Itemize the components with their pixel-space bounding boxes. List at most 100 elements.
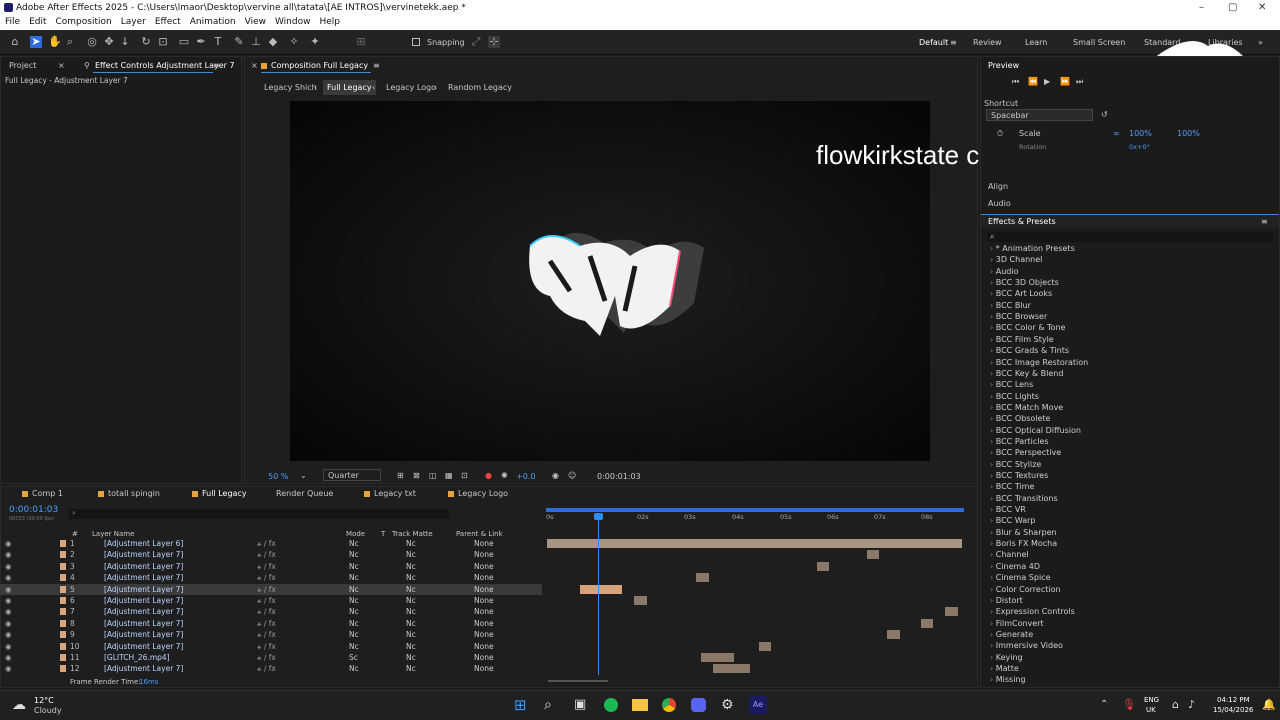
layer-row[interactable]: ◉ 5 [Adjustment Layer 7] ⚹ ∕ fx Nc Nc No… xyxy=(0,583,542,595)
snap-grid-icon[interactable]: ⊹ xyxy=(488,36,500,48)
layer-name[interactable]: [Adjustment Layer 7] xyxy=(104,584,183,595)
track-matte-dropdown[interactable]: Nc xyxy=(406,641,416,652)
effect-category[interactable]: Audio xyxy=(990,267,1019,276)
effect-category[interactable]: BCC Film Style xyxy=(990,335,1054,344)
timeline-tab[interactable]: Legacy Logo xyxy=(458,489,508,498)
label-color-swatch[interactable] xyxy=(60,642,66,650)
effect-category[interactable]: BCC Lens xyxy=(990,380,1034,389)
workspace-small-screen[interactable]: Small Screen xyxy=(1073,38,1125,47)
blend-mode-dropdown[interactable]: Nc xyxy=(349,629,359,640)
layer-duration-bar[interactable] xyxy=(758,641,772,651)
play-icon[interactable]: ▶ xyxy=(1044,77,1050,86)
zoom-tool-icon[interactable]: ⌕ xyxy=(64,36,76,48)
panel-menu-icon[interactable]: ≡ xyxy=(1261,217,1268,226)
layer-switches-icon[interactable]: ⚹ ∕ fx xyxy=(257,572,276,583)
layer-duration-bar[interactable] xyxy=(634,596,647,605)
visibility-eye-icon[interactable]: ◉ xyxy=(5,641,12,652)
menu-window[interactable]: Window xyxy=(275,17,311,27)
minimize-icon[interactable]: – xyxy=(1199,0,1204,16)
effect-category[interactable]: Cinema Spice xyxy=(990,573,1051,582)
menu-file[interactable]: File xyxy=(5,17,20,27)
label-color-swatch[interactable] xyxy=(60,619,66,627)
layer-switches-icon[interactable]: ⚹ ∕ fx xyxy=(257,538,276,549)
layer-row[interactable]: ◉ 9 [Adjustment Layer 7] ⚹ ∕ fx Nc Nc No… xyxy=(0,629,542,640)
effect-category[interactable]: BCC Lights xyxy=(990,392,1039,401)
effect-category[interactable]: BCC Warp xyxy=(990,516,1036,525)
track-matte-dropdown[interactable]: Nc xyxy=(406,572,416,583)
lock-icon[interactable]: ⚲ xyxy=(84,61,90,70)
label-color-swatch[interactable] xyxy=(60,608,66,616)
layer-switches-icon[interactable]: ⚹ ∕ fx xyxy=(257,618,276,629)
resolution-dropdown[interactable]: Quarter xyxy=(323,469,381,481)
layer-switches-icon[interactable]: ⚹ ∕ fx xyxy=(257,561,276,572)
eraser-tool-icon[interactable]: ◆ xyxy=(267,36,279,48)
breadcrumb-legacy-logo[interactable]: Legacy Logo xyxy=(386,83,436,92)
menu-animation[interactable]: Animation xyxy=(190,17,236,27)
layer-name[interactable]: [Adjustment Layer 7] xyxy=(104,629,183,640)
effect-category[interactable]: Missing xyxy=(990,675,1026,684)
snapshot-icon[interactable]: ◉ xyxy=(552,471,559,480)
effect-category[interactable]: BCC Art Looks xyxy=(990,289,1052,298)
layer-row[interactable]: ◉ 6 [Adjustment Layer 7] ⚹ ∕ fx Nc Nc No… xyxy=(0,595,542,606)
effect-category[interactable]: Generate xyxy=(990,630,1033,639)
chrome-icon[interactable] xyxy=(662,698,676,712)
effect-category[interactable]: BCC Obsolete xyxy=(990,414,1051,423)
effect-category[interactable]: FilmConvert xyxy=(990,619,1044,628)
parent-dropdown[interactable]: None xyxy=(474,663,494,674)
discord-icon[interactable] xyxy=(691,698,706,712)
workspace-review[interactable]: Review xyxy=(973,38,1002,47)
grid-icon[interactable]: ⊠ xyxy=(413,471,420,480)
pan-tool-icon[interactable]: ✥ xyxy=(103,36,115,48)
blend-mode-dropdown[interactable]: Nc xyxy=(349,618,359,629)
current-time[interactable]: 0:00:01:03 xyxy=(597,472,641,481)
panel-menu-icon[interactable]: ≡ xyxy=(213,61,220,70)
parent-dropdown[interactable]: None xyxy=(474,572,494,583)
weather-icon[interactable]: ☁ xyxy=(12,697,26,713)
effect-category[interactable]: Blur & Sharpen xyxy=(990,528,1057,537)
track-matte-dropdown[interactable]: Nc xyxy=(406,618,416,629)
layer-duration-bar[interactable] xyxy=(713,664,751,674)
brush-tool-icon[interactable]: ✎ xyxy=(233,36,245,48)
layer-name[interactable]: [Adjustment Layer 7] xyxy=(104,549,183,560)
playhead[interactable] xyxy=(598,515,599,675)
effect-category[interactable]: BCC Grads & Tints xyxy=(990,346,1069,355)
dolly-tool-icon[interactable]: ↓ xyxy=(119,36,131,48)
visibility-eye-icon[interactable]: ◉ xyxy=(5,572,12,583)
visibility-eye-icon[interactable]: ◉ xyxy=(5,652,12,663)
timeline-tab[interactable]: Render Queue xyxy=(276,489,333,498)
lang-label[interactable]: ENG xyxy=(1144,696,1159,704)
shortcut-dropdown[interactable]: Spacebar xyxy=(986,109,1093,121)
effect-category[interactable]: 3D Channel xyxy=(990,255,1043,264)
start-icon[interactable]: ⊞ xyxy=(514,697,530,713)
color-management-icon[interactable]: ✺ xyxy=(501,471,508,480)
selection-tool-icon[interactable]: ➤ xyxy=(30,36,42,48)
parent-dropdown[interactable]: None xyxy=(474,618,494,629)
blend-mode-dropdown[interactable]: Nc xyxy=(349,538,359,549)
layer-switches-icon[interactable]: ⚹ ∕ fx xyxy=(257,641,276,652)
pan-behind-tool-icon[interactable]: ⊡ xyxy=(157,36,169,48)
skip-to-end-icon[interactable]: ⏭ xyxy=(1076,77,1083,87)
effect-category[interactable]: BCC Blur xyxy=(990,301,1031,310)
show-snapshot-icon[interactable]: ☺ xyxy=(568,471,576,480)
visibility-eye-icon[interactable]: ◉ xyxy=(5,549,12,560)
track-matte-dropdown[interactable]: Nc xyxy=(406,584,416,595)
parent-dropdown[interactable]: None xyxy=(474,561,494,572)
file-explorer-icon[interactable] xyxy=(632,699,648,711)
layer-name[interactable]: [Adjustment Layer 7] xyxy=(104,561,183,572)
scale-stopwatch-icon[interactable]: ⏱ xyxy=(997,129,1003,139)
skip-to-start-icon[interactable]: ⏮ xyxy=(1012,77,1019,87)
clock-time[interactable]: 04:12 PM xyxy=(1217,696,1250,704)
effect-category[interactable]: Color Correction xyxy=(990,585,1061,594)
layer-duration-bar[interactable] xyxy=(696,573,709,583)
zoom-slider[interactable] xyxy=(548,680,608,682)
scale-y-value[interactable]: 100% xyxy=(1177,129,1200,138)
label-color-swatch[interactable] xyxy=(60,562,66,570)
layer-row[interactable]: ◉ 7 [Adjustment Layer 7] ⚹ ∕ fx Nc Nc No… xyxy=(0,606,542,617)
blend-mode-dropdown[interactable]: Nc xyxy=(349,561,359,572)
workspace-default[interactable]: Default xyxy=(919,38,948,47)
close-icon[interactable]: × xyxy=(58,61,65,70)
close-icon[interactable]: ✕ xyxy=(1258,0,1266,16)
menu-edit[interactable]: Edit xyxy=(29,17,46,27)
panel-menu-icon[interactable]: ≡ xyxy=(373,61,380,70)
zoom-level[interactable]: 50 % xyxy=(268,472,288,481)
